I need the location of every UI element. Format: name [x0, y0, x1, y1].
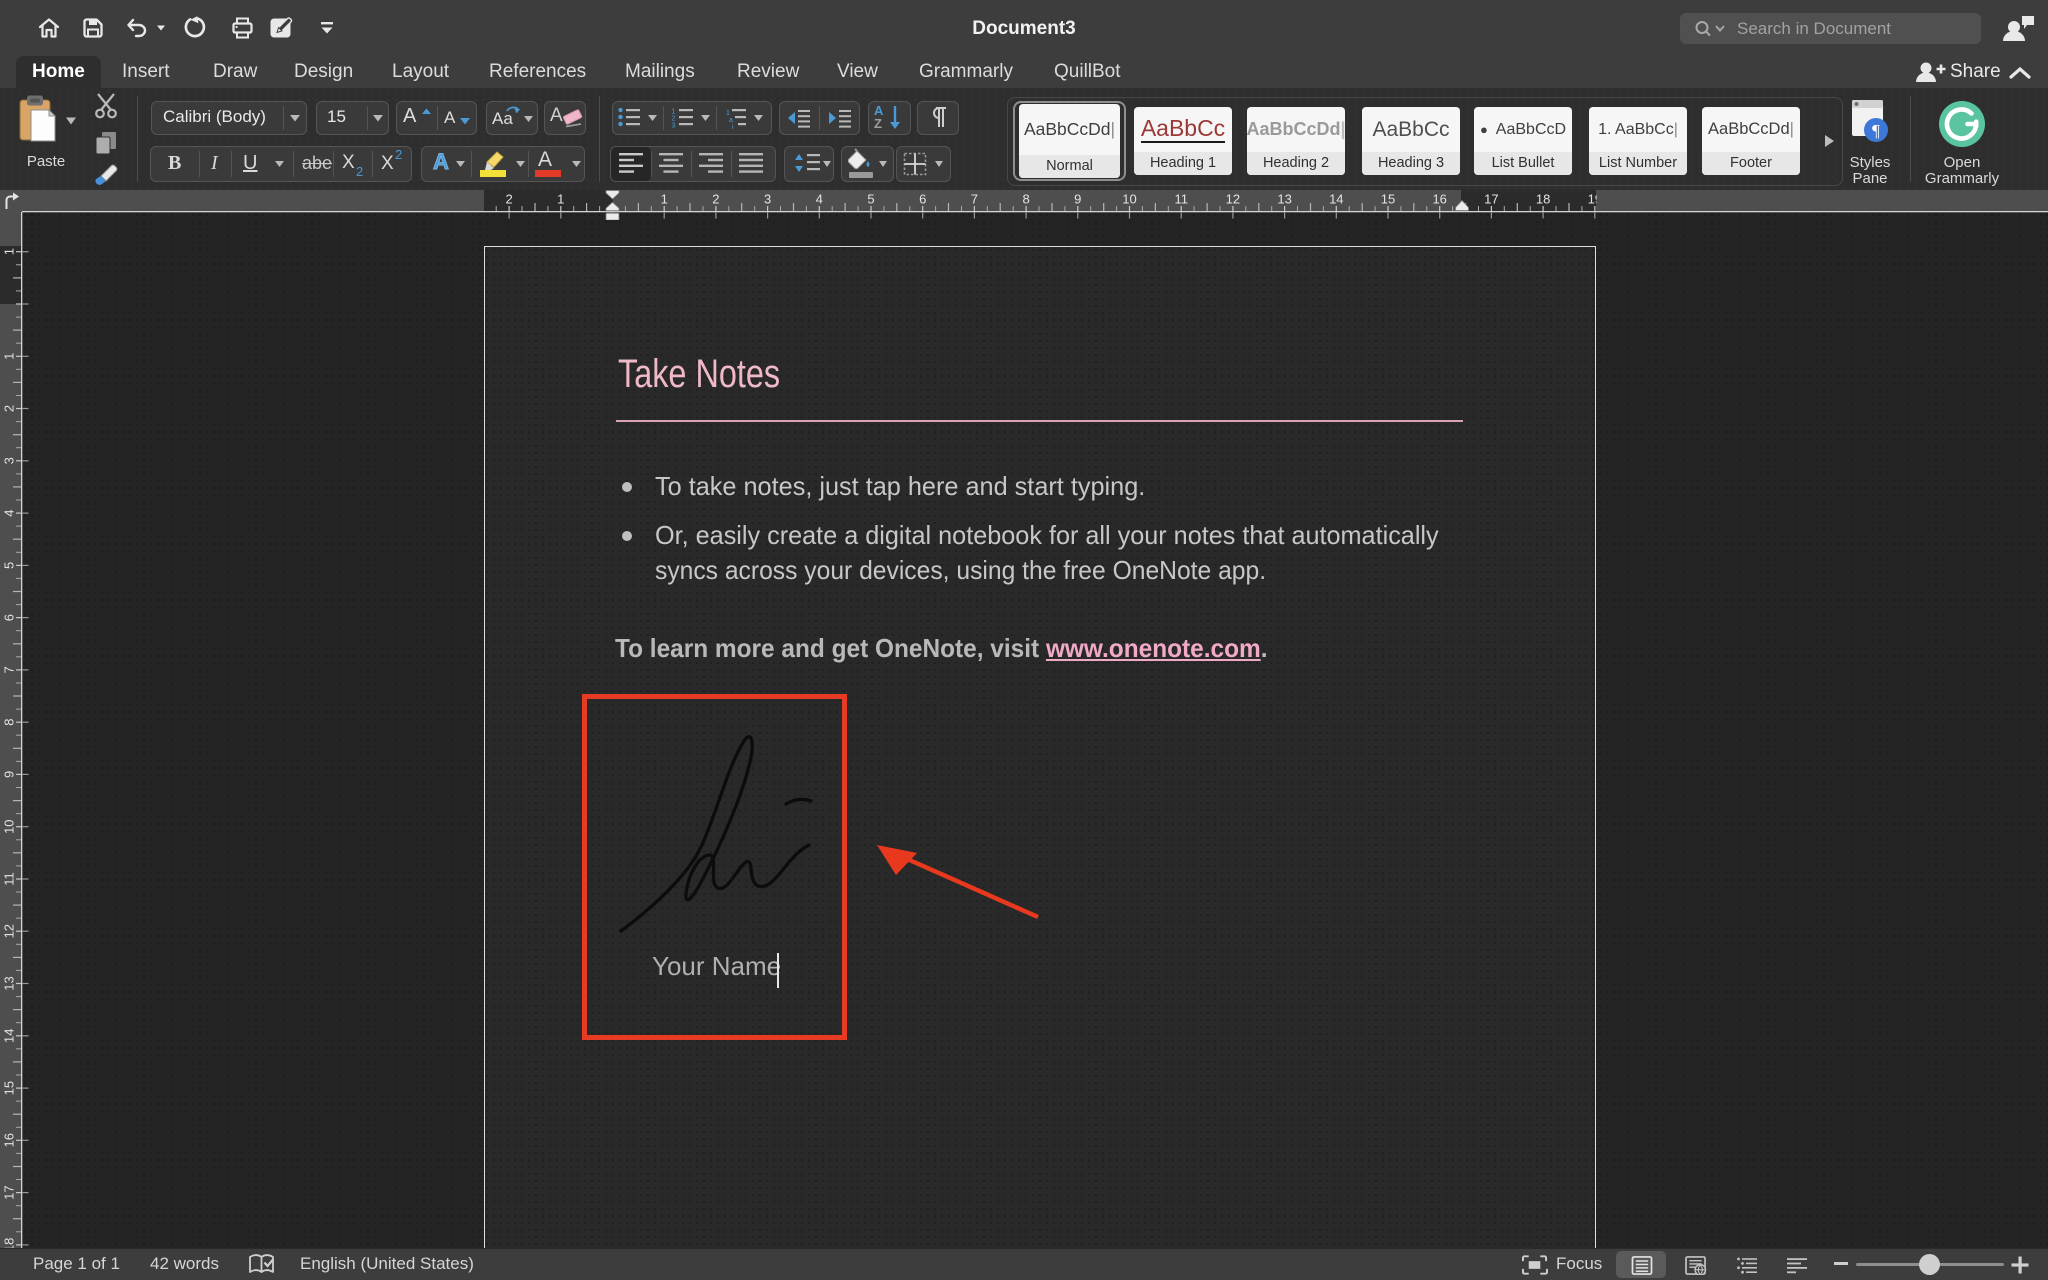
- svg-text:12: 12: [2, 924, 17, 938]
- svg-text:7: 7: [971, 192, 978, 207]
- svg-text:3: 3: [2, 457, 17, 464]
- svg-text:17: 17: [1484, 192, 1498, 207]
- svg-text:8: 8: [1022, 192, 1029, 207]
- svg-text:1: 1: [672, 109, 676, 116]
- svg-text:11: 11: [2, 872, 17, 886]
- svg-text:12: 12: [1226, 192, 1240, 207]
- svg-text:3: 3: [764, 192, 771, 207]
- svg-text:5: 5: [867, 192, 874, 207]
- svg-text:14: 14: [2, 1029, 17, 1043]
- svg-text:5: 5: [2, 562, 17, 569]
- svg-text:18: 18: [2, 1238, 17, 1248]
- svg-text:3: 3: [672, 123, 676, 130]
- svg-text:14: 14: [1329, 192, 1343, 207]
- svg-text:1: 1: [2, 353, 17, 360]
- svg-text:10: 10: [1122, 192, 1136, 207]
- svg-text:16: 16: [2, 1133, 17, 1147]
- svg-text:a: a: [729, 117, 733, 124]
- svg-text:¶: ¶: [1872, 121, 1880, 140]
- svg-text:6: 6: [919, 192, 926, 207]
- svg-text:11: 11: [1174, 192, 1188, 207]
- svg-text:18: 18: [1536, 192, 1550, 207]
- svg-text:13: 13: [1277, 192, 1291, 207]
- svg-text:10: 10: [2, 819, 17, 833]
- svg-text:2: 2: [712, 192, 719, 207]
- svg-text:2: 2: [2, 405, 17, 412]
- svg-text:4: 4: [2, 509, 17, 516]
- svg-text:2: 2: [672, 116, 676, 123]
- svg-text:17: 17: [2, 1185, 17, 1199]
- svg-text:9: 9: [2, 771, 17, 778]
- svg-text:15: 15: [2, 1081, 17, 1095]
- svg-text:i: i: [732, 124, 734, 130]
- svg-text:8: 8: [2, 719, 17, 726]
- svg-text:7: 7: [2, 666, 17, 673]
- svg-text:4: 4: [816, 192, 823, 207]
- svg-text:1: 1: [2, 248, 17, 255]
- svg-text:1: 1: [726, 110, 730, 117]
- svg-text:1: 1: [661, 192, 668, 207]
- svg-text:6: 6: [2, 614, 17, 621]
- svg-text:1: 1: [557, 192, 564, 207]
- svg-text:9: 9: [1074, 192, 1081, 207]
- svg-text:16: 16: [1432, 192, 1446, 207]
- svg-text:13: 13: [2, 976, 17, 990]
- svg-text:2: 2: [505, 192, 512, 207]
- svg-text:15: 15: [1381, 192, 1395, 207]
